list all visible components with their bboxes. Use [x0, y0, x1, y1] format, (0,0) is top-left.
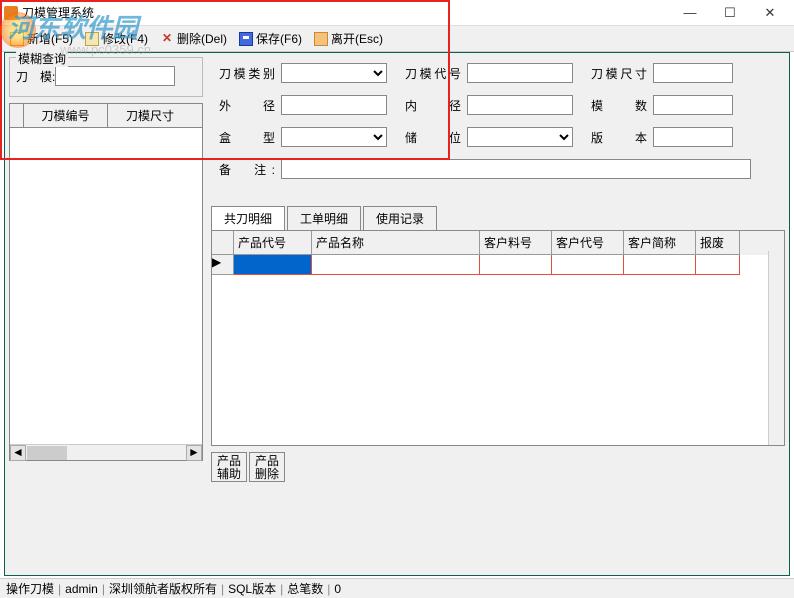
- tabs: 共刀明细 工单明细 使用记录: [211, 205, 785, 231]
- save-button[interactable]: 保存(F6): [235, 29, 306, 48]
- code-label: 刀模代号: [405, 65, 461, 82]
- remark-input[interactable]: [281, 159, 751, 179]
- h-scrollbar[interactable]: ◄►: [10, 444, 202, 460]
- version-input[interactable]: [653, 127, 733, 147]
- edit-icon: [85, 32, 99, 46]
- box-label: 盒 型: [219, 129, 275, 146]
- remark-label: 备 注:: [219, 161, 275, 178]
- close-button[interactable]: ✕: [750, 2, 790, 24]
- titlebar: 刀模管理系统 — ☐ ✕: [0, 0, 794, 26]
- v-scrollbar[interactable]: [768, 251, 784, 445]
- count-input[interactable]: [653, 95, 733, 115]
- type-select[interactable]: [281, 63, 387, 83]
- edit-button[interactable]: 修改(F4): [81, 29, 152, 48]
- statusbar: 操作刀模| admin| 深圳领航者版权所有| SQL版本| 总笔数| 0: [0, 578, 794, 598]
- save-icon: [239, 32, 253, 46]
- query-label: 刀 模:: [16, 68, 55, 85]
- selected-cell[interactable]: [234, 255, 312, 275]
- window-title: 刀模管理系统: [22, 4, 670, 21]
- tab-usage[interactable]: 使用记录: [363, 206, 437, 231]
- maximize-button[interactable]: ☐: [710, 2, 750, 24]
- product-delete-button[interactable]: 产品删除: [249, 452, 285, 482]
- delete-icon: ✕: [160, 32, 174, 46]
- type-label: 刀模类别: [219, 65, 275, 82]
- outer-label: 外 径: [219, 97, 275, 114]
- tab-share[interactable]: 共刀明细: [211, 206, 285, 231]
- detail-grid[interactable]: 产品代号 产品名称 客户料号 客户代号 客户简称 报废 ▶: [211, 230, 785, 446]
- size-input[interactable]: [653, 63, 733, 83]
- toolbar: 新增(F5) 修改(F4) ✕删除(Del) 保存(F6) 离开(Esc): [0, 26, 794, 52]
- code-input[interactable]: [467, 63, 573, 83]
- left-grid[interactable]: 刀模编号 刀模尺寸 ◄►: [9, 103, 203, 461]
- row-selector[interactable]: ▶: [212, 255, 234, 275]
- query-input[interactable]: [55, 66, 175, 86]
- query-legend: 模糊查询: [16, 50, 68, 67]
- outer-input[interactable]: [281, 95, 387, 115]
- box-select[interactable]: [281, 127, 387, 147]
- left-col2: 刀模尺寸: [108, 104, 192, 127]
- inner-label: 内 径: [405, 97, 461, 114]
- product-assist-button[interactable]: 产品辅助: [211, 452, 247, 482]
- count-label: 模 数: [591, 97, 647, 114]
- size-label: 刀模尺寸: [591, 65, 647, 82]
- exit-icon: [314, 32, 328, 46]
- query-group: 模糊查询 刀 模:: [9, 57, 203, 97]
- tab-workorder[interactable]: 工单明细: [287, 206, 361, 231]
- delete-button[interactable]: ✕删除(Del): [156, 29, 231, 48]
- exit-button[interactable]: 离开(Esc): [310, 29, 387, 48]
- slot-label: 储 位: [405, 129, 461, 146]
- inner-input[interactable]: [467, 95, 573, 115]
- minimize-button[interactable]: —: [670, 2, 710, 24]
- version-label: 版 本: [591, 129, 647, 146]
- slot-select[interactable]: [467, 127, 573, 147]
- left-col1: 刀模编号: [24, 104, 108, 127]
